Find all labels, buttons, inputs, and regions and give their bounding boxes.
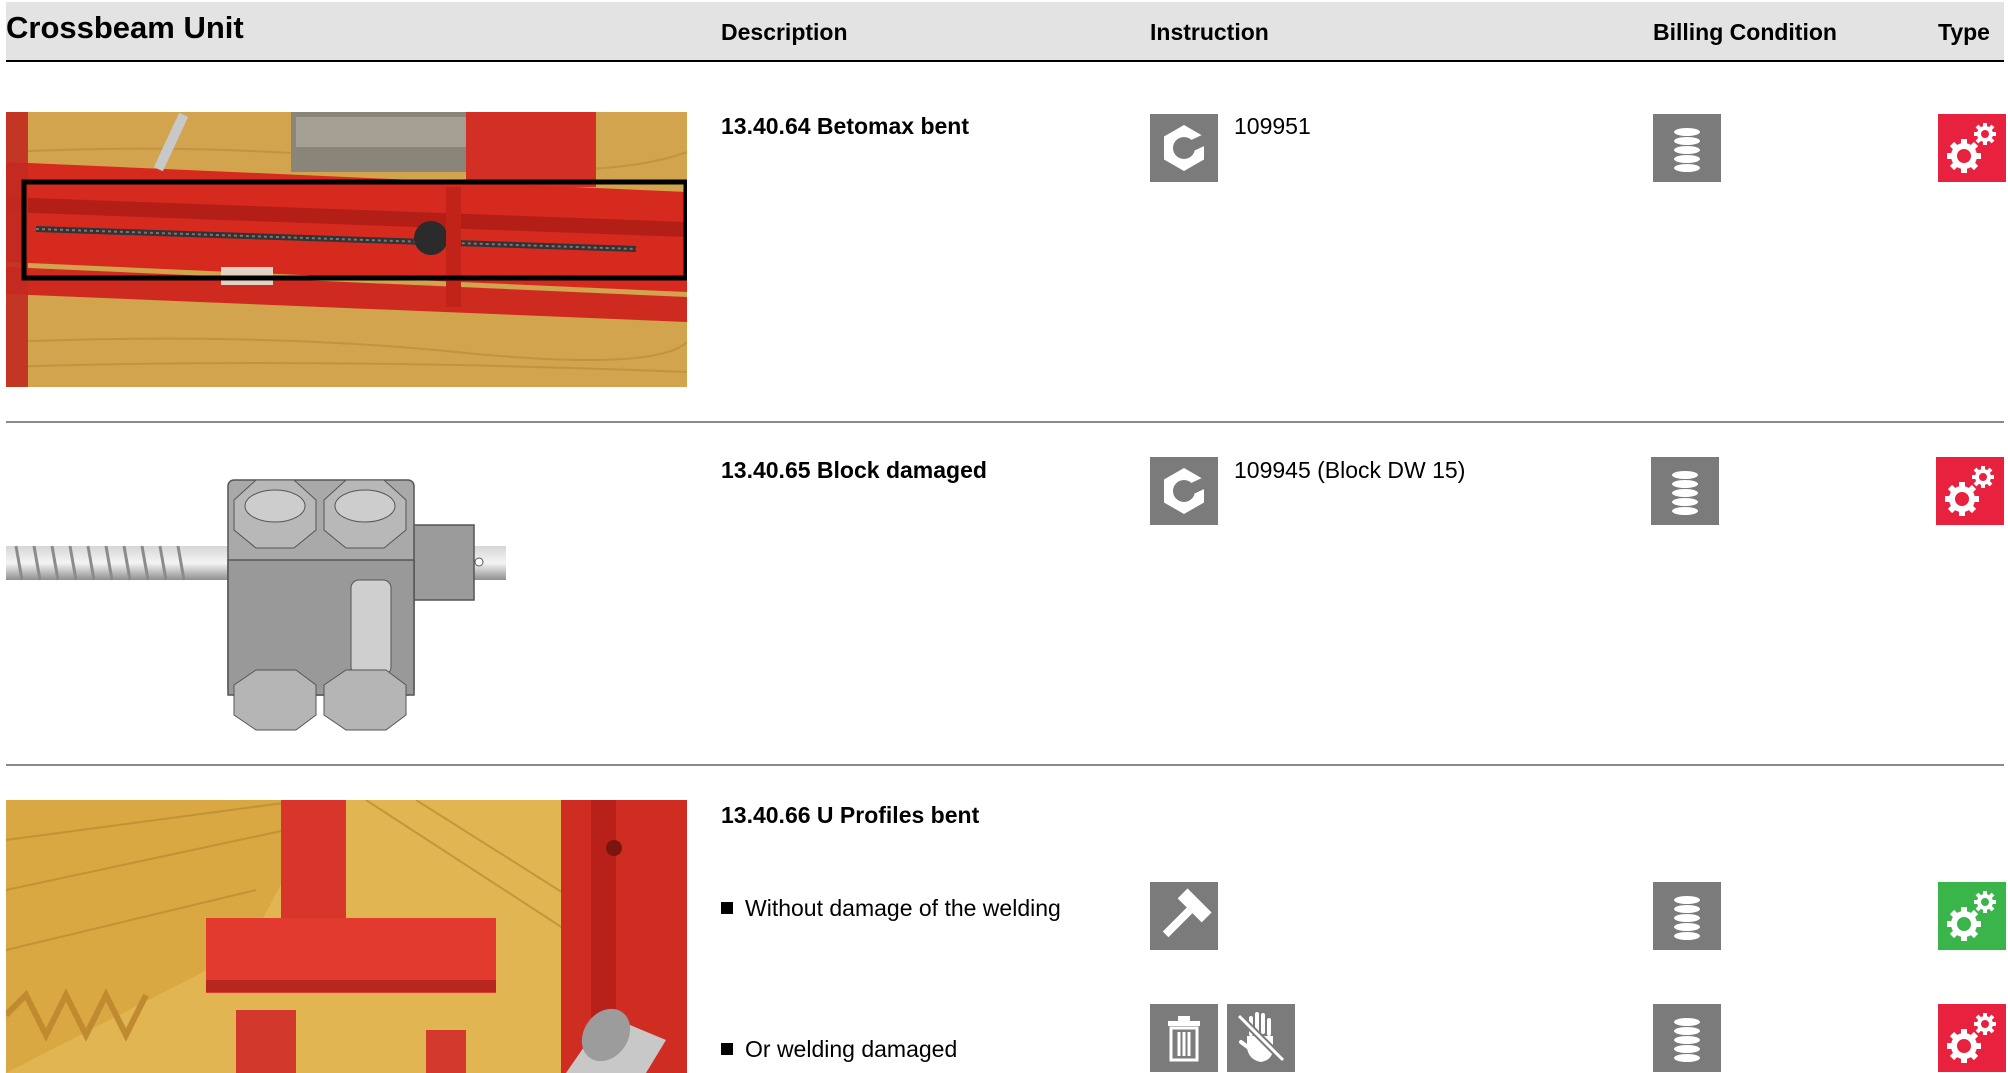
stack-icon [1653,1004,1721,1072]
nut-icon [1150,114,1218,182]
nut-icon [1150,457,1218,525]
table-header: Crossbeam Unit Description Instruction B… [6,2,2004,62]
bullet-square [721,1042,733,1055]
instruction-text: 109951 [1234,113,1311,139]
sub-item-text: Or welding damaged [745,1036,958,1062]
sub-item: Or welding damaged [721,1036,957,1063]
gears-icon [1938,882,2006,950]
gears-icon [1938,1004,2006,1072]
u-profile-photo [6,800,687,1073]
instruction-text: 109945 (Block DW 15) [1234,457,1466,483]
gears-icon [1936,457,2004,525]
block-illustration [6,470,506,735]
column-header-instruction: Instruction [1150,19,1269,45]
hammer-icon [1150,882,1218,950]
gears-icon [1938,114,2006,182]
sub-item: Without damage of the welding [721,895,1061,922]
item-description: 13.40.64 Betomax bent [721,113,970,139]
item-description: 13.40.66 U Profiles bent [721,802,980,828]
row-divider [6,764,2004,766]
no-hand-icon [1227,1004,1295,1072]
stack-icon [1653,882,1721,950]
bullet-square [721,901,733,914]
row-divider [6,421,2004,423]
stack-icon [1651,457,1719,525]
sub-item-text: Without damage of the welding [745,895,1061,921]
column-header-description: Description [721,19,848,45]
item-description: 13.40.65 Block damaged [721,457,987,483]
stack-icon [1653,114,1721,182]
crossbeam-photo [6,112,687,387]
page-title: Crossbeam Unit [6,10,244,45]
column-header-billing-condition: Billing Condition [1653,19,1837,45]
trash-icon [1150,1004,1218,1072]
column-header-type: Type [1938,19,1990,45]
